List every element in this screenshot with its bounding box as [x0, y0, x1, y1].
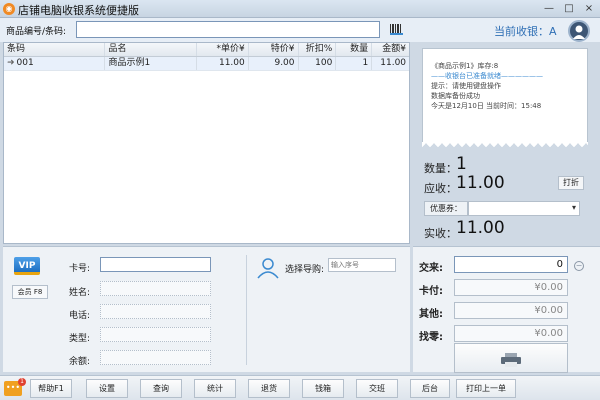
chevron-down-icon: ▾ [571, 203, 576, 212]
column-header-price[interactable]: *单价¥ [197, 43, 249, 56]
column-header-special[interactable]: 特价¥ [249, 43, 299, 56]
avatar[interactable] [568, 20, 590, 42]
statistics-button[interactable]: 统计 [194, 379, 236, 398]
member-name-label: 姓名: [69, 288, 91, 298]
barcode-input[interactable] [76, 21, 380, 38]
vip-icon: VIP [14, 257, 40, 275]
table-row[interactable]: ➜ 001 商品示例1 11.00 9.00 100 1 11.00 [4, 57, 409, 71]
salesperson-icon [257, 258, 279, 279]
query-button[interactable]: 查询 [140, 379, 182, 398]
change-field: ¥0.00 [454, 325, 568, 342]
settings-button[interactable]: 设置 [86, 379, 128, 398]
top-bar: 商品编号/条码: 当前收银：A [0, 18, 600, 42]
minimize-button[interactable]: — [542, 3, 556, 15]
receipt-line: 《商品示例1》库存:8 [431, 62, 499, 70]
card-number-input[interactable] [100, 257, 211, 272]
search-label: 商品编号/条码: [6, 27, 67, 37]
column-header-amount[interactable]: 金额¥ [372, 43, 409, 56]
member-phone-field [100, 304, 211, 319]
change-label: 找零: [419, 332, 443, 343]
coupon-label: 优惠券： [424, 201, 468, 216]
receipt-panel: 《商品示例1》库存:8 ——收银台已准备就绪—————— 提示：请使用键盘操作 … [418, 44, 594, 152]
payments-panel: 交来: 0 − 卡付: ¥0.00 其他: ¥0.00 找零: ¥0.00 [413, 246, 600, 373]
quantity-value: 1 [456, 154, 467, 174]
coupon-select[interactable]: ▾ [468, 201, 580, 216]
divider [246, 255, 247, 365]
amount-paid-label: 实收： [424, 227, 457, 240]
help-button[interactable]: 帮助F1 [30, 379, 72, 398]
cash-drawer-button[interactable]: 钱箱 [302, 379, 344, 398]
grid-header: 条码 品名 *单价¥ 特价¥ 折扣% 数量 金额¥ [4, 43, 409, 57]
receipt-line: 今天是12月10日 当前时间：15:48 [431, 102, 542, 110]
card-number-label: 卡号: [69, 264, 91, 274]
amount-due-label: 应收： [424, 182, 457, 195]
cell-barcode-text: 001 [16, 58, 34, 68]
row-pointer-icon: ➜ [7, 58, 15, 68]
column-header-discount[interactable]: 折扣% [299, 43, 337, 56]
member-balance-label: 余额: [69, 357, 91, 367]
totals-panel: 数量： 1 应收： 11.00 打折 优惠券： ▾ 实收： 11.00 [418, 152, 594, 244]
member-type-label: 类型: [69, 334, 91, 344]
barcode-scan-icon[interactable] [390, 24, 404, 35]
cell-amount: 11.00 [380, 58, 407, 68]
printer-icon [501, 353, 521, 367]
notification-badge: 1 [18, 378, 26, 386]
receipt-line: 数据库备份成功 [431, 92, 480, 100]
title-bar: ◉ 店铺电脑收银系统便捷版 — □ × [0, 0, 600, 18]
cell-discount: 100 [299, 57, 337, 70]
salesperson-label: 选择导购: [285, 265, 325, 275]
member-balance-field [100, 350, 211, 365]
current-cashier-label: 当前收银：A [494, 25, 557, 38]
checkout-print-button[interactable] [454, 343, 568, 373]
cell-price: 11.00 [197, 57, 249, 70]
product-grid[interactable]: 条码 品名 *单价¥ 特价¥ 折扣% 数量 金额¥ ➜ 001 商品示例1 11.… [3, 42, 410, 244]
cell-barcode: ➜ 001 [4, 57, 106, 70]
backend-button[interactable]: 后台 [410, 379, 450, 398]
function-bar: ••• 1 帮助F1 设置 查询 统计 退货 钱箱 交班 后台 打印上一单 [0, 375, 600, 400]
card-pay-label: 卡付: [419, 286, 443, 297]
cell-special: 9.00 [249, 57, 299, 70]
window-controls: — □ × [542, 3, 596, 15]
shift-handover-button[interactable]: 交班 [356, 379, 398, 398]
member-type-field [100, 327, 211, 342]
discount-button[interactable]: 打折 [558, 176, 584, 190]
receipt-paper: 《商品示例1》库存:8 ——收银台已准备就绪—————— 提示：请使用键盘操作 … [422, 48, 588, 144]
other-pay-field[interactable]: ¥0.00 [454, 302, 568, 319]
app-logo-icon: ◉ [3, 3, 15, 15]
maximize-button[interactable]: □ [562, 3, 576, 15]
return-button[interactable]: 退货 [248, 379, 290, 398]
quantity-label: 数量： [424, 162, 457, 175]
cash-input[interactable]: 0 [454, 256, 568, 273]
minus-icon[interactable]: − [574, 261, 584, 271]
amount-due-value: 11.00 [456, 173, 505, 193]
column-header-qty[interactable]: 数量 [336, 43, 373, 56]
cell-name: 商品示例1 [105, 57, 197, 70]
column-header-barcode[interactable]: 条码 [4, 43, 106, 56]
member-button[interactable]: 会员 F8 [12, 285, 48, 299]
other-pay-label: 其他: [419, 309, 443, 320]
window-title: 店铺电脑收银系统便捷版 [18, 4, 139, 17]
receipt-line: 提示：请使用键盘操作 [431, 82, 501, 90]
cell-qty: 1 [336, 57, 373, 70]
receipt-line: ——收银台已准备就绪—————— [431, 72, 543, 80]
member-name-field [100, 281, 211, 296]
cash-label: 交来: [419, 263, 443, 274]
column-header-name[interactable]: 品名 [105, 43, 197, 56]
user-icon [573, 25, 585, 39]
print-last-button[interactable]: 打印上一单 [456, 379, 516, 398]
member-panel: VIP 会员 F8 卡号: 姓名: 电话: 类型: 余额: 选择导购: [3, 246, 410, 372]
salesperson-input[interactable] [328, 258, 396, 272]
amount-paid-value: 11.00 [456, 218, 505, 238]
member-phone-label: 电话: [69, 311, 91, 321]
receipt-edge [422, 142, 588, 148]
close-button[interactable]: × [582, 3, 596, 15]
card-pay-field[interactable]: ¥0.00 [454, 279, 568, 296]
